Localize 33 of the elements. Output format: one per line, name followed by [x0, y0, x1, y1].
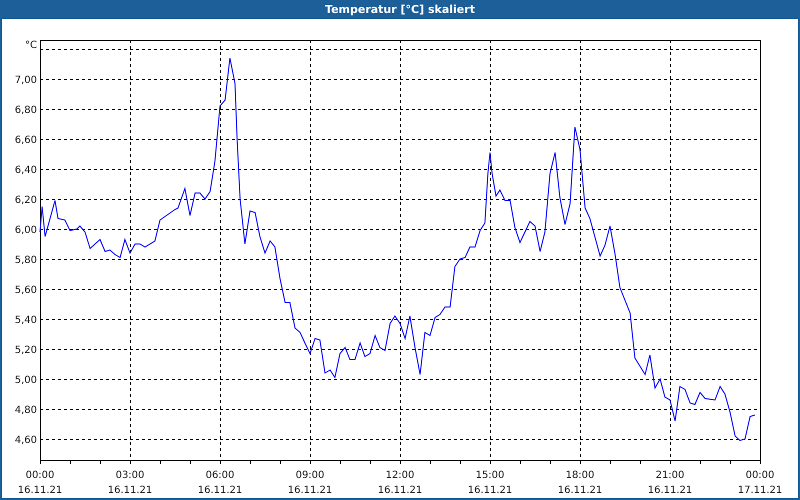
y-axis-label: 6,40 — [14, 165, 37, 176]
x-axis-date-label: 16.11.21 — [558, 485, 602, 496]
y-axis-label: 6,20 — [14, 195, 37, 206]
x-axis-time-label: 06:00 — [206, 470, 234, 481]
y-axis-label: 5,60 — [14, 285, 37, 296]
axis-unit-label: °C — [25, 40, 37, 51]
x-axis-date-label: 16.11.21 — [468, 485, 512, 496]
x-axis-date-label: 16.11.21 — [108, 485, 152, 496]
y-axis-label: 4,80 — [14, 405, 37, 416]
x-axis-date-label: 16.11.21 — [18, 485, 62, 496]
x-axis-date-label: 16.11.21 — [288, 485, 332, 496]
x-axis-date-label: 16.11.21 — [378, 485, 422, 496]
x-axis-time-label: 00:00 — [746, 470, 774, 481]
y-axis-label: 5,00 — [14, 375, 37, 386]
y-axis-label: 5,80 — [14, 255, 37, 266]
y-axis-label: 6,00 — [14, 225, 37, 236]
window-title: Temperatur [°C] skaliert — [325, 3, 475, 16]
x-axis-date-label: 16.11.21 — [198, 485, 242, 496]
x-axis-time-label: 00:00 — [26, 470, 54, 481]
x-axis-time-label: 18:00 — [566, 470, 594, 481]
x-axis-time-label: 09:00 — [296, 470, 324, 481]
y-axis-label: 5,20 — [14, 345, 37, 356]
y-axis-label: 4,60 — [14, 435, 37, 446]
y-axis-label: 6,60 — [14, 135, 37, 146]
y-axis-label: 6,80 — [14, 105, 37, 116]
x-axis-time-label: 21:00 — [656, 470, 684, 481]
y-axis-label: 5,40 — [14, 315, 37, 326]
x-axis-date-label: 16.11.21 — [648, 485, 692, 496]
y-axis-label: 7,00 — [14, 75, 37, 86]
x-axis-time-label: 15:00 — [476, 470, 504, 481]
x-axis-time-label: 12:00 — [386, 470, 414, 481]
x-axis-time-label: 03:00 — [116, 470, 144, 481]
x-axis-date-label: 17.11.21 — [738, 485, 782, 496]
